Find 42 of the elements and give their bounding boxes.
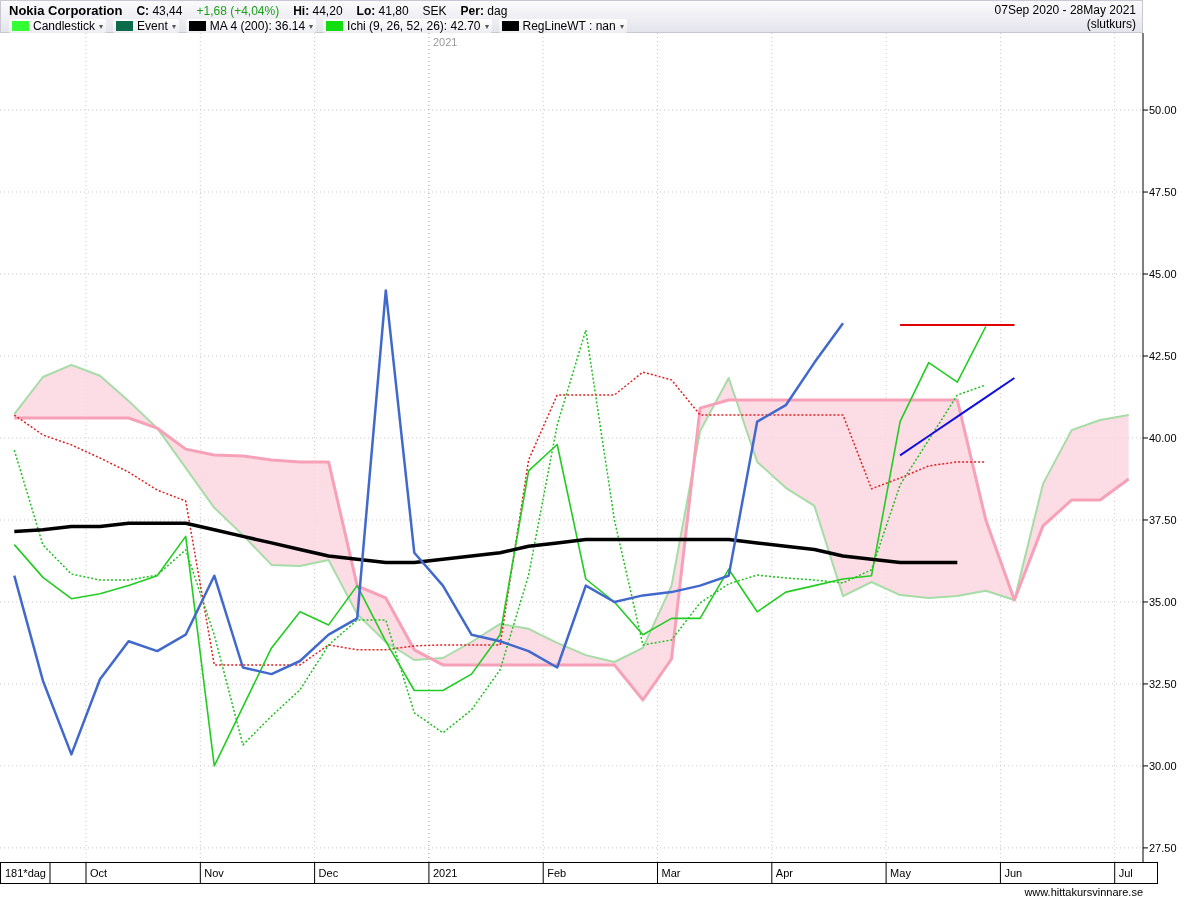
x-axis-label: Nov [204,867,224,879]
y-axis-label: 47.50 [1149,186,1177,199]
y-axis-label: 40.00 [1149,432,1177,444]
x-axis-label: Oct [90,867,108,879]
x-axis-label: Jul [1118,867,1133,879]
x-axis-label: Dec [318,867,339,879]
x-axis-label: May [890,867,911,879]
price-basis: (slutkurs) [1085,17,1136,31]
low-price: Lo: 41,80 [356,4,409,18]
legend-item[interactable]: Event ▾ [113,19,179,33]
legend-item[interactable]: Candlestick ▾ [9,19,107,33]
price-change: +1,68 (+4,04%) [196,4,280,18]
dropdown-caret-icon[interactable]: ▾ [99,21,104,31]
dropdown-caret-icon[interactable]: ▾ [619,21,624,31]
currency: SEK [422,4,447,18]
year-marker: 2021 [432,36,458,48]
website-footer: www.hittakursvinnare.se [1024,886,1143,898]
dropdown-caret-icon[interactable]: ▾ [309,21,314,31]
y-axis-label: 45.00 [1149,268,1177,281]
close-price: C: 43,44 [136,4,183,18]
y-axis-label: 42.50 [1149,350,1177,362]
x-axis-label: Jun [1004,867,1023,879]
x-axis-label: Feb [547,867,567,879]
dropdown-caret-icon[interactable]: ▾ [171,21,176,31]
y-axis-label: 32.50 [1149,677,1177,690]
stock-title: Nokia Corporation [9,3,123,18]
legend-item[interactable]: Ichi (9, 26, 52, 26): 42.70 ▾ [323,19,492,33]
legend-item[interactable]: MA 4 (200): 36.14 ▾ [185,19,317,33]
date-range: 07Sep 2020 - 28May 2021 [994,3,1136,17]
y-axis-label: 35.00 [1149,595,1177,608]
y-axis-label: 30.00 [1149,759,1177,772]
y-axis-label: 27.50 [1149,841,1177,854]
legend-item[interactable]: RegLineWT : nan ▾ [498,19,627,33]
x-axis-label: Mar [661,867,681,879]
high-price: Hi: 44,20 [293,4,343,18]
dropdown-caret-icon[interactable]: ▾ [484,21,489,31]
x-axis-label: 2021 [432,867,458,879]
y-axis-label: 37.50 [1149,513,1177,526]
day-count-label: 181*dag [5,867,46,879]
y-axis-label: 50.00 [1149,104,1177,117]
period: Per: dag [460,4,508,18]
x-axis-label: Apr [775,867,793,879]
